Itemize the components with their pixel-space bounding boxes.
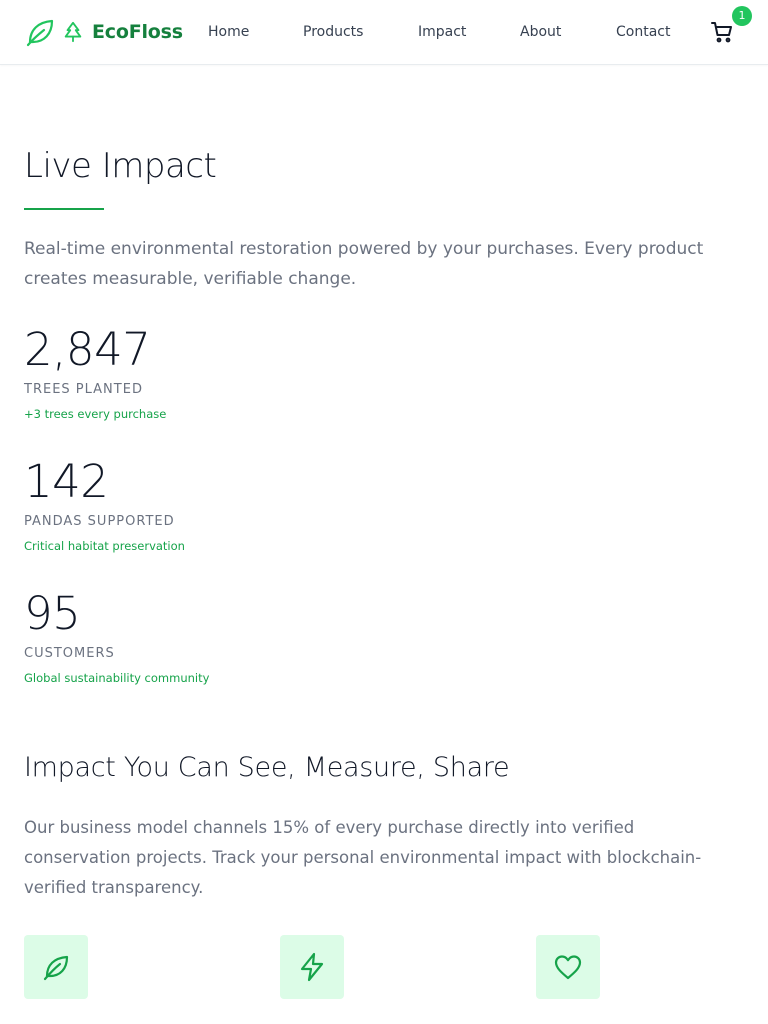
feature-tile-lightning <box>280 935 344 999</box>
heart-icon <box>554 955 582 980</box>
live-impact-description: Real-time environmental restoration powe… <box>24 239 704 289</box>
stat-note: Global sustainability community <box>24 671 210 685</box>
nav-impact[interactable]: Impact <box>418 22 466 42</box>
feature-tile-heart <box>536 935 600 999</box>
leaf-logo-icon <box>26 19 54 47</box>
nav-home[interactable]: Home <box>208 22 249 42</box>
stat-note: Critical habitat preservation <box>24 539 185 553</box>
tree-icon <box>64 21 82 43</box>
live-impact-title: Live Impact <box>24 146 217 186</box>
nav-products[interactable]: Products <box>303 22 363 42</box>
cart-count-badge: 1 <box>732 6 752 26</box>
site-header: EcoFloss Home Products Impact About Cont… <box>0 0 768 65</box>
stat-value: 2,847 <box>24 323 151 376</box>
stat-trees-planted: 2,847 TREES PLANTED +3 trees every purch… <box>24 325 424 422</box>
stat-label: PANDAS SUPPORTED <box>24 514 175 529</box>
brand-name: EcoFloss <box>92 21 183 43</box>
leaf-icon <box>43 955 69 981</box>
stat-customers: 95 CUSTOMERS Global sustainability commu… <box>24 589 424 686</box>
cart-icon[interactable] <box>710 20 734 44</box>
stat-pandas-supported: 142 PANDAS SUPPORTED Critical habitat pr… <box>24 457 424 554</box>
stat-note: +3 trees every purchase <box>24 407 167 421</box>
feature-tile-leaf <box>24 935 88 999</box>
stat-value: 95 <box>24 587 81 640</box>
stat-value: 142 <box>24 455 109 508</box>
title-divider <box>24 208 104 210</box>
stat-label: CUSTOMERS <box>24 646 115 661</box>
logo-link[interactable]: EcoFloss <box>24 16 183 48</box>
impact-share-description: Our business model channels 15% of every… <box>24 818 702 897</box>
stat-label: TREES PLANTED <box>24 382 143 397</box>
nav-about[interactable]: About <box>520 22 561 42</box>
impact-share-title: Impact You Can See, Measure, Share <box>24 752 510 783</box>
lightning-icon <box>300 952 324 982</box>
nav-contact[interactable]: Contact <box>616 22 670 42</box>
